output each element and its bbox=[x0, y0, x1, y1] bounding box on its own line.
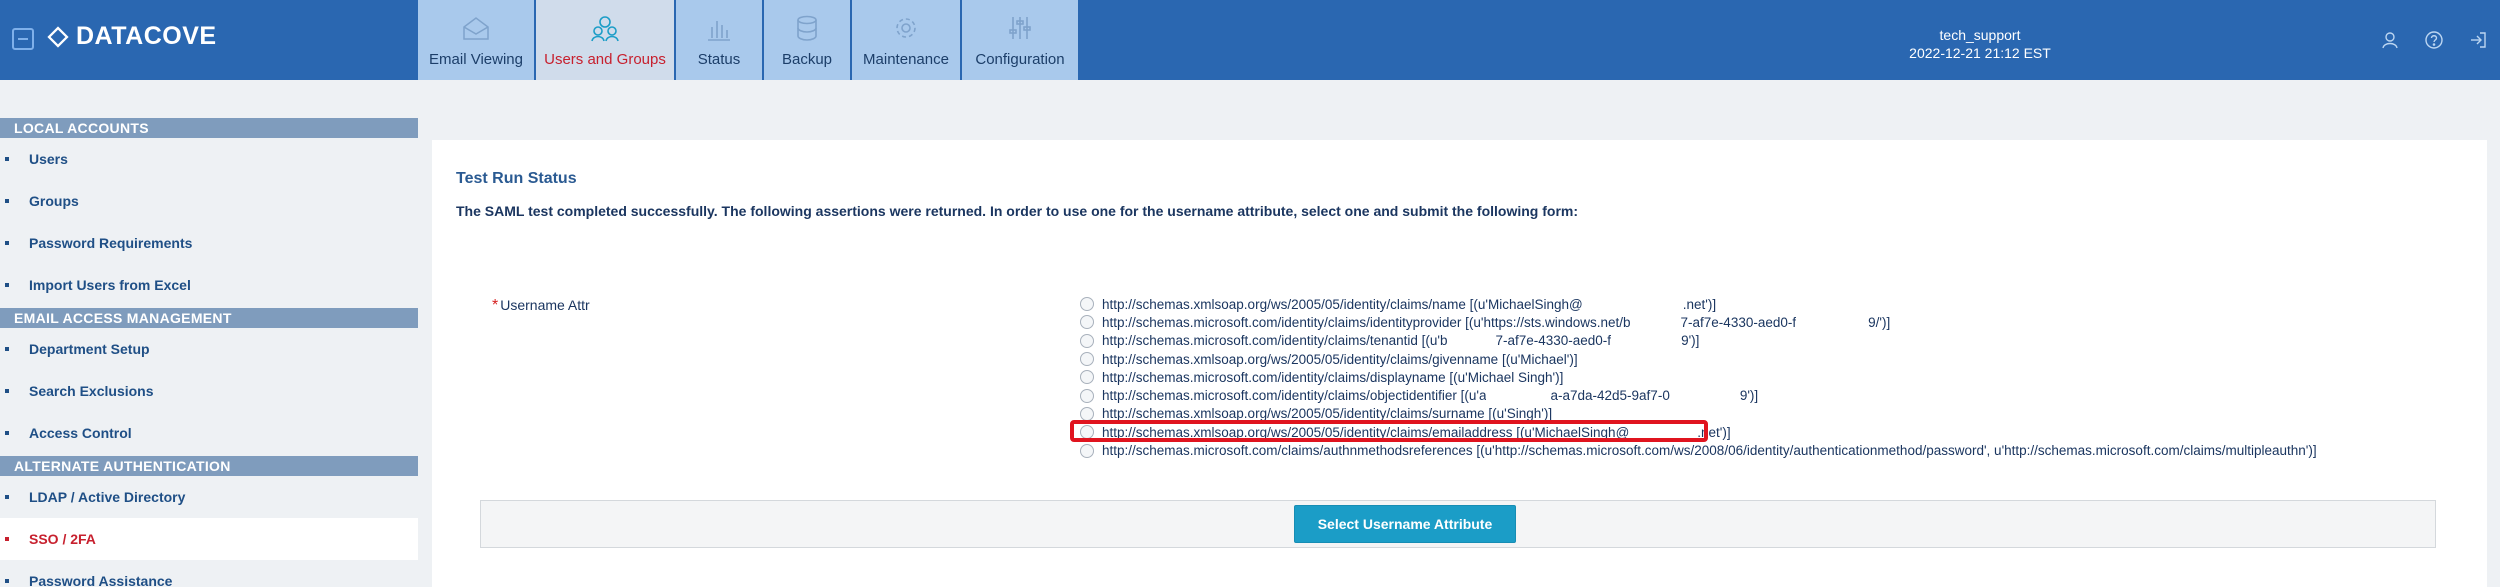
select-username-attribute-button[interactable]: Select Username Attribute bbox=[1294, 505, 1516, 543]
redacted-block bbox=[1447, 333, 1496, 348]
top-bar: DATACOVE Email Viewing Users and Groups … bbox=[0, 0, 2500, 80]
tab-label: Users and Groups bbox=[544, 51, 666, 68]
radio-button[interactable] bbox=[1080, 333, 1094, 348]
page-title: Test Run Status bbox=[456, 170, 577, 187]
assertion-option[interactable]: http://schemas.microsoft.com/identity/cl… bbox=[1080, 332, 2317, 350]
logo-diamond-icon bbox=[47, 25, 69, 48]
sidebar-item-users[interactable]: Users bbox=[0, 138, 418, 180]
current-datetime: 2022-12-21 21:12 EST bbox=[1909, 45, 2051, 61]
assertion-option[interactable]: http://schemas.microsoft.com/claims/auth… bbox=[1080, 441, 2317, 459]
sidebar-item-import-users[interactable]: Import Users from Excel bbox=[0, 264, 418, 306]
username-attr-label: * Username Attr bbox=[492, 297, 590, 314]
main-panel: Test Run Status The SAML test completed … bbox=[432, 140, 2487, 587]
redacted-block bbox=[1669, 388, 1740, 403]
tab-backup[interactable]: Backup bbox=[764, 0, 852, 80]
radio-button[interactable] bbox=[1080, 443, 1094, 458]
sidebar-item-sso-2fa[interactable]: SSO / 2FA bbox=[0, 518, 418, 560]
main-tabs: Email Viewing Users and Groups Status Ba… bbox=[418, 0, 1080, 80]
tab-label: Email Viewing bbox=[429, 51, 523, 68]
radio-button[interactable] bbox=[1080, 370, 1094, 385]
sidebar-toggle-icon[interactable] bbox=[12, 28, 34, 50]
tab-status[interactable]: Status bbox=[676, 0, 764, 80]
radio-button[interactable] bbox=[1080, 352, 1094, 367]
redacted-block bbox=[1796, 315, 1869, 330]
assertion-option[interactable]: http://schemas.microsoft.com/identity/cl… bbox=[1080, 313, 2317, 331]
database-icon bbox=[792, 13, 822, 43]
users-icon bbox=[590, 13, 620, 43]
tab-email-viewing[interactable]: Email Viewing bbox=[418, 0, 536, 80]
logout-icon[interactable] bbox=[2468, 30, 2488, 50]
redacted-block bbox=[1611, 333, 1682, 348]
assertion-option[interactable]: http://schemas.microsoft.com/identity/cl… bbox=[1080, 368, 2317, 386]
brand-name: DATACOVE bbox=[76, 22, 217, 50]
radio-button[interactable] bbox=[1080, 406, 1094, 421]
section-local-accounts: LOCAL ACCOUNTS bbox=[0, 118, 418, 138]
radio-button[interactable] bbox=[1080, 315, 1094, 330]
tab-label: Configuration bbox=[975, 51, 1065, 68]
sidebar-item-search-exclusions[interactable]: Search Exclusions bbox=[0, 370, 418, 412]
assertion-option[interactable]: http://schemas.xmlsoap.org/ws/2005/05/id… bbox=[1080, 350, 2317, 368]
sidebar: LOCAL ACCOUNTS Users Groups Password Req… bbox=[0, 80, 418, 587]
help-icon[interactable] bbox=[2424, 30, 2444, 50]
required-mark: * bbox=[492, 297, 499, 314]
tab-label: Backup bbox=[781, 51, 833, 68]
sidebar-item-password-assistance[interactable]: Password Assistance bbox=[0, 560, 418, 587]
section-alternate-authentication: ALTERNATE AUTHENTICATION bbox=[0, 456, 418, 476]
assertion-option[interactable]: http://schemas.microsoft.com/identity/cl… bbox=[1080, 386, 2317, 404]
sidebar-item-password-requirements[interactable]: Password Requirements bbox=[0, 222, 418, 264]
tab-configuration[interactable]: Configuration bbox=[962, 0, 1080, 80]
redacted-block bbox=[1486, 388, 1551, 403]
top-icons bbox=[2380, 30, 2488, 50]
tab-maintenance[interactable]: Maintenance bbox=[852, 0, 962, 80]
sidebar-item-ldap[interactable]: LDAP / Active Directory bbox=[0, 476, 418, 518]
bar-chart-icon bbox=[704, 13, 734, 43]
emailaddress-highlight-box bbox=[1070, 420, 1708, 442]
user-info: tech_support 2022-12-21 21:12 EST bbox=[1880, 26, 2080, 62]
redacted-block bbox=[1582, 297, 1683, 312]
user-icon[interactable] bbox=[2380, 30, 2400, 50]
username: tech_support bbox=[1939, 27, 2021, 43]
tab-label: Status bbox=[697, 51, 741, 68]
redacted-block bbox=[1630, 315, 1681, 330]
sidebar-item-groups[interactable]: Groups bbox=[0, 180, 418, 222]
radio-button[interactable] bbox=[1080, 297, 1094, 312]
assertion-option[interactable]: http://schemas.xmlsoap.org/ws/2005/05/id… bbox=[1080, 295, 2317, 313]
sidebar-item-access-control[interactable]: Access Control bbox=[0, 412, 418, 454]
status-description: The SAML test completed successfully. Th… bbox=[456, 203, 1579, 219]
gear-icon bbox=[891, 13, 921, 43]
sidebar-item-department-setup[interactable]: Department Setup bbox=[0, 328, 418, 370]
brand-logo: DATACOVE bbox=[47, 22, 217, 51]
radio-button[interactable] bbox=[1080, 388, 1094, 403]
envelope-icon bbox=[461, 13, 491, 43]
tab-label: Maintenance bbox=[863, 51, 949, 68]
section-email-access-management: EMAIL ACCESS MANAGEMENT bbox=[0, 308, 418, 328]
tab-users-and-groups[interactable]: Users and Groups bbox=[536, 0, 676, 80]
sliders-icon bbox=[1005, 13, 1035, 43]
